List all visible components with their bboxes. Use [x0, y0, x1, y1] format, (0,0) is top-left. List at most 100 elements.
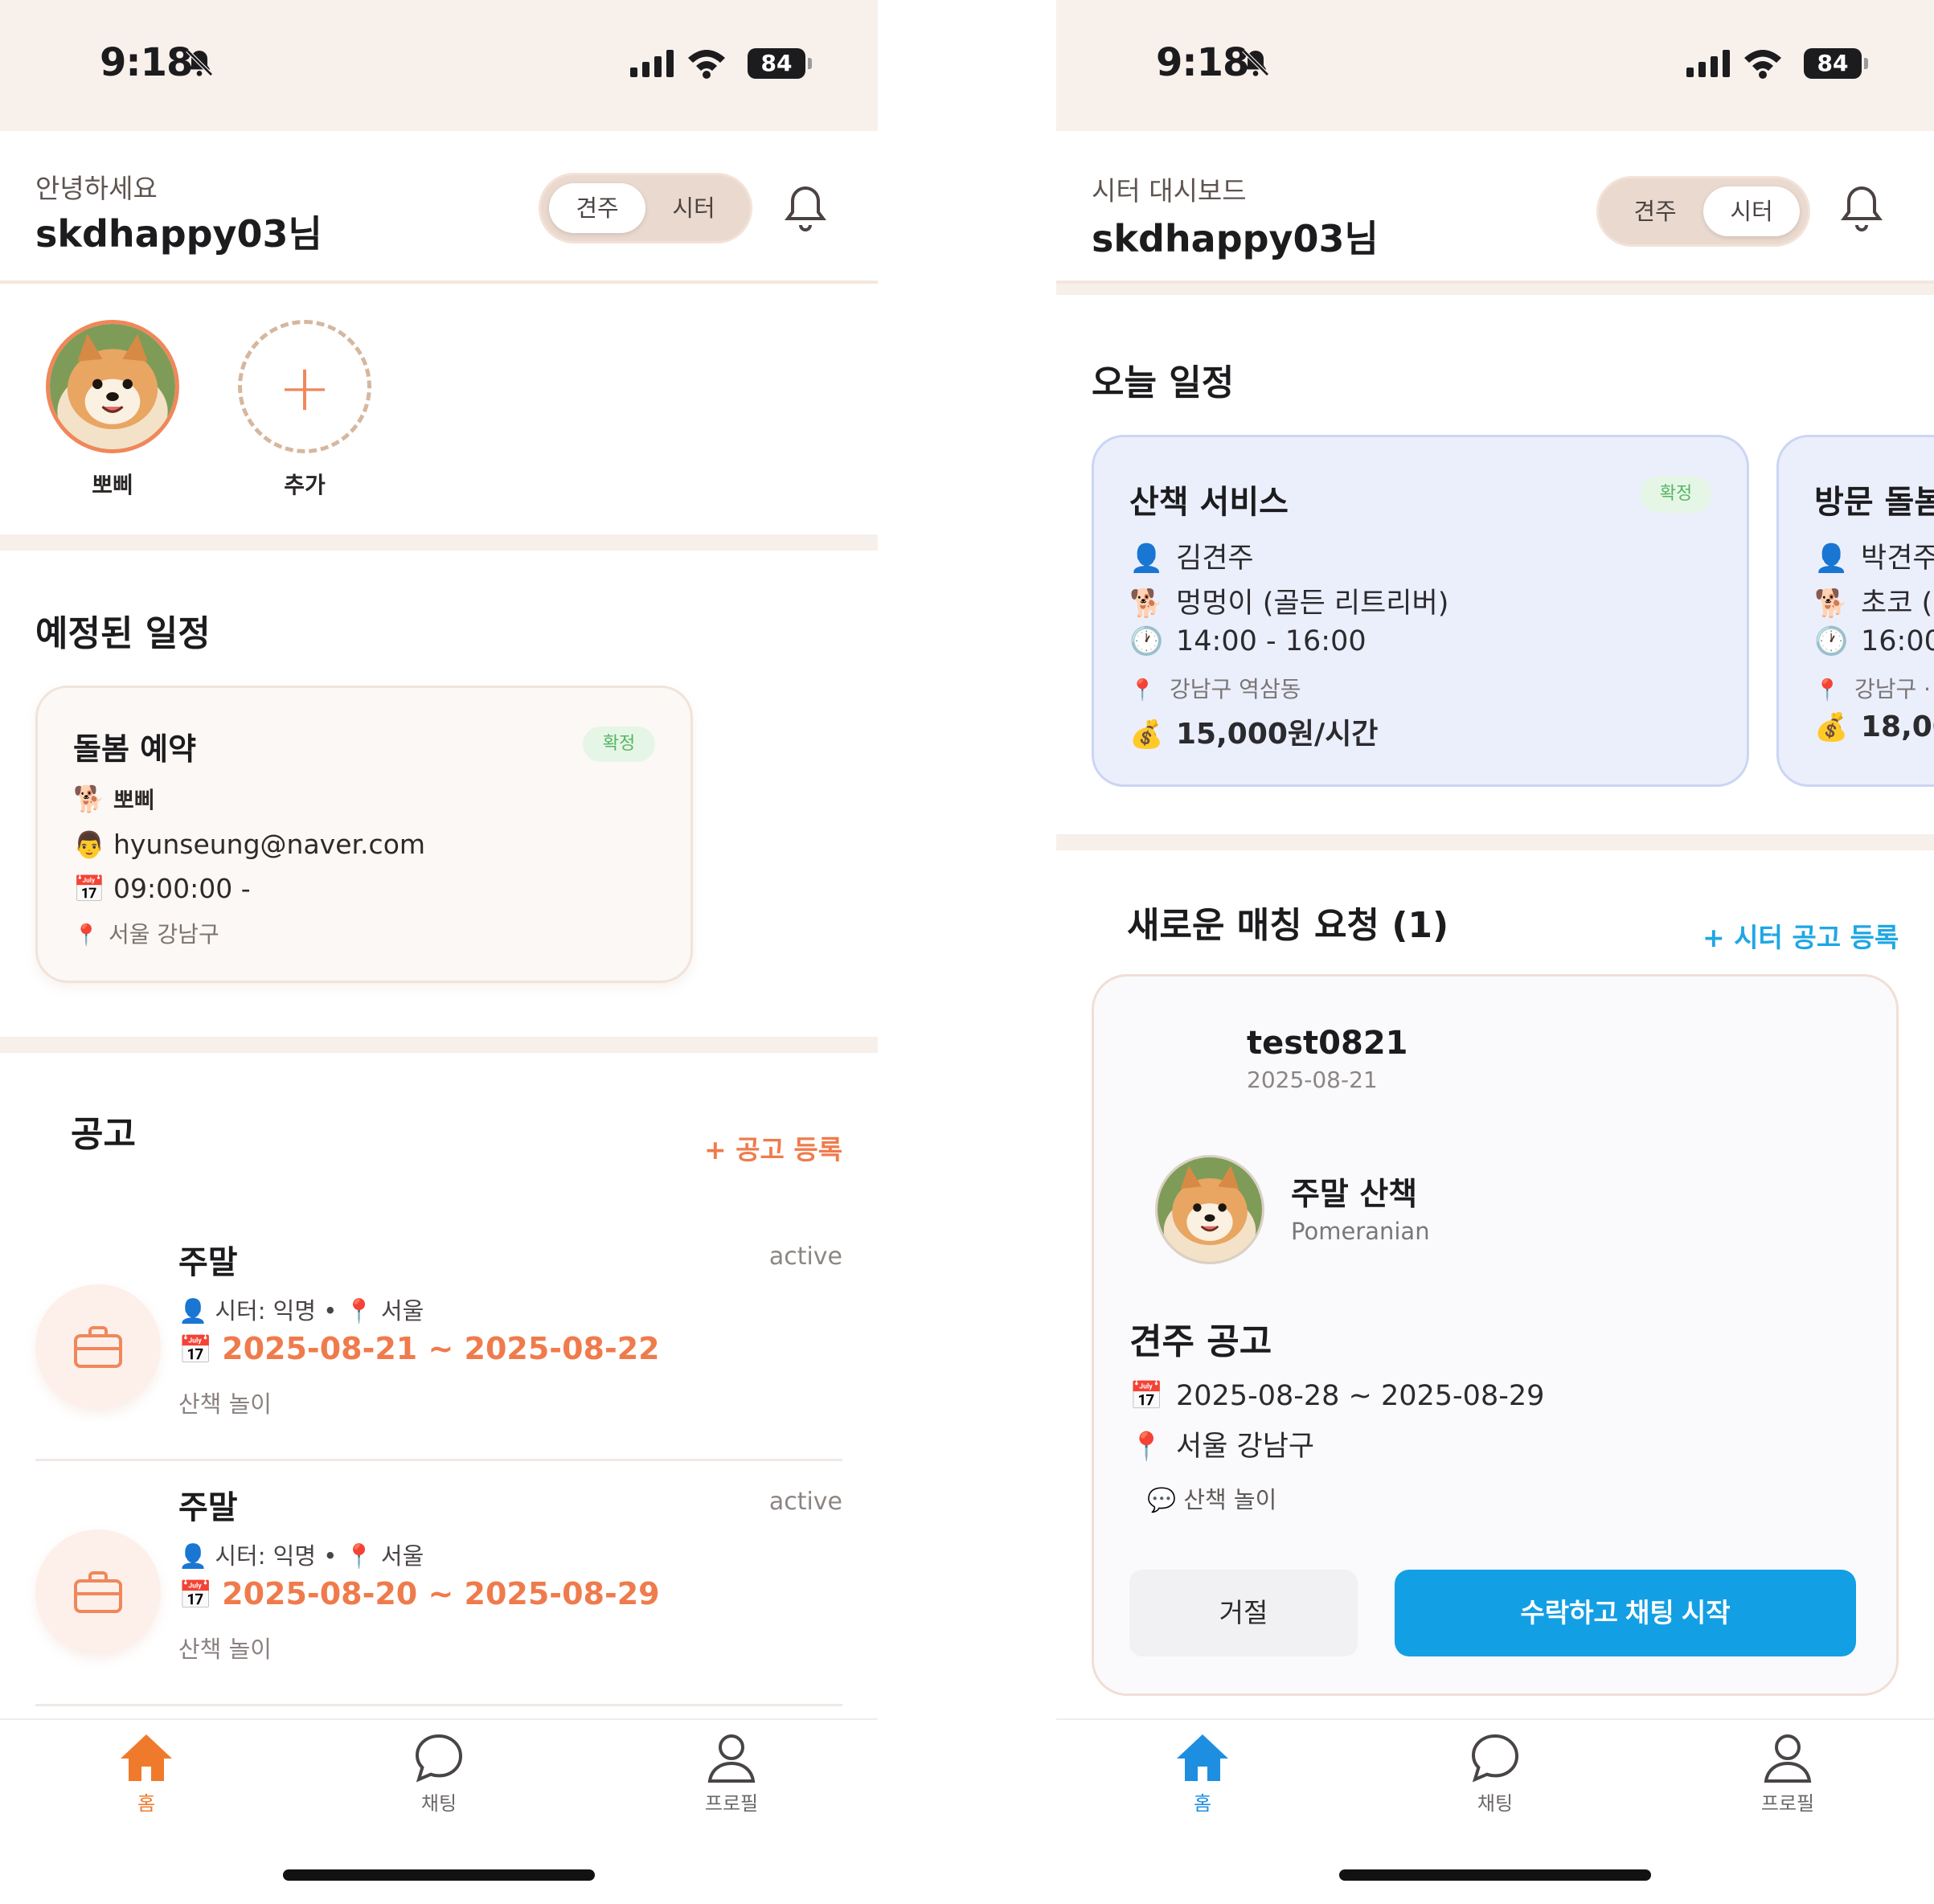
post-icon: [35, 1529, 161, 1655]
request-pet-name: 주말 산책: [1291, 1177, 1418, 1213]
section-divider: [1056, 284, 1934, 295]
post-desc: 산책 놀이: [178, 1636, 272, 1663]
post-status: active: [768, 1243, 842, 1271]
pet-row: 🐕 멍멍이 (골든 리트리버): [1129, 588, 1449, 620]
dog-icon: 🐕: [73, 784, 105, 814]
location-row: 📍 강남구 ·: [1814, 676, 1932, 702]
requester-name: test0821: [1247, 1025, 1408, 1062]
matching-title: 새로운 매칭 요청 (1): [1127, 905, 1449, 946]
section-divider: [1056, 834, 1934, 850]
section-divider: [0, 1037, 878, 1053]
location-pin-icon: 📍: [1129, 1431, 1164, 1463]
posts-title: 공고: [71, 1114, 136, 1155]
service-title: 산책 서비스: [1129, 484, 1289, 521]
post-item[interactable]: 주말 active 👤 시터: 익명 • 📍 서울 📅 2025-08-20 ~…: [35, 1473, 842, 1706]
post-desc: 산책 놀이: [178, 1390, 272, 1418]
price-row: 💰18,00: [1814, 710, 1934, 743]
money-bag-icon: 💰: [1814, 711, 1849, 743]
calendar-icon: 📅: [178, 1334, 223, 1366]
home-icon: [1177, 1734, 1228, 1781]
request-dates-row: 📅 2025-08-28 ~ 2025-08-29: [1129, 1380, 1545, 1412]
tab-profile[interactable]: 프로필: [667, 1731, 796, 1816]
person-icon: 👤: [1814, 543, 1849, 575]
calendar-icon: 📅: [1129, 1380, 1164, 1412]
add-sitter-post-link[interactable]: + 시터 공고 등록: [1702, 916, 1899, 955]
pet-breed: Pomeranian: [1291, 1218, 1430, 1245]
today-schedule-card[interactable]: 산책 서비스 확정 👤 김견주 🐕 멍멍이 (골든 리트리버) 🕐 14:00 - 1…: [1092, 435, 1749, 787]
home-indicator: [1339, 1869, 1651, 1881]
pet-avatar: [1155, 1155, 1264, 1264]
booking-pet-row: 🐕 뽀삐: [73, 784, 155, 814]
request-note: 💬 산책 놀이: [1147, 1486, 1277, 1513]
clock-icon: 🕐: [1814, 625, 1849, 657]
chat-icon: [415, 1734, 463, 1783]
status-badge: 확정: [583, 727, 655, 762]
app-header: 안녕하세요 skdhappy03님 견주 시터: [0, 131, 878, 284]
status-time: 9:18: [1156, 40, 1249, 85]
username: skdhappy03님: [1092, 217, 1379, 260]
status-time: 9:18: [100, 40, 193, 85]
battery-indicator: 84: [748, 48, 812, 79]
sitter-dashboard-screen: 9:18 84 시터 대시보드 skdhappy03님 견주 시터 오늘 일정 …: [1056, 0, 1934, 1904]
username: skdhappy03님: [35, 212, 322, 256]
location-pin-icon: 📍: [337, 1297, 381, 1325]
toggle-owner[interactable]: 견주: [549, 183, 645, 233]
plus-icon[interactable]: +: [238, 320, 371, 453]
pet-item[interactable]: 뽀삐: [46, 320, 179, 500]
signal-icon: [630, 50, 674, 77]
toggle-owner[interactable]: 견주: [1607, 186, 1703, 236]
booking-card[interactable]: 돌봄 예약 확정 🐕 뽀삐 👨 hyunseung@naver.com 📅 09:00…: [35, 686, 693, 983]
post-title: 주말: [178, 1244, 238, 1281]
add-post-link[interactable]: + 공고 등록: [704, 1128, 842, 1167]
time-row: 🕐 16:00: [1814, 625, 1934, 657]
home-indicator: [283, 1869, 595, 1881]
speech-bubble-icon: 💬: [1147, 1486, 1184, 1513]
tab-chat[interactable]: 채팅: [1431, 1731, 1559, 1816]
post-icon: [35, 1284, 161, 1410]
post-item[interactable]: 주말 active 👤 시터: 익명 • 📍 서울 📅 2025-08-21 ~…: [35, 1228, 842, 1461]
request-date: 2025-08-21: [1247, 1067, 1378, 1093]
bell-icon[interactable]: [1838, 183, 1886, 235]
clock-icon: 🕐: [1129, 625, 1164, 657]
booking-time-row: 📅 09:00:00 -: [73, 873, 251, 904]
schedule-title: 예정된 일정: [35, 613, 211, 654]
chat-icon: [1471, 1734, 1519, 1783]
add-pet-button[interactable]: + 추가: [238, 320, 371, 500]
person-icon: 👤: [178, 1297, 215, 1325]
dog-icon: 🐕: [1814, 588, 1849, 620]
tab-chat[interactable]: 채팅: [375, 1731, 503, 1816]
battery-indicator: 84: [1804, 48, 1868, 79]
reject-button[interactable]: 거절: [1129, 1570, 1358, 1656]
dog-icon: 🐕: [1129, 588, 1164, 620]
person-icon: 👨: [73, 829, 105, 860]
owner-home-screen: 9:18 84 안녕하세요 skdhappy03님 견주 시터 뽀삐 + 추가 …: [0, 0, 878, 1904]
toggle-sitter[interactable]: 시터: [645, 183, 742, 233]
post-title: 주말: [178, 1489, 238, 1526]
today-title: 오늘 일정: [1092, 362, 1235, 403]
status-badge: 확정: [1641, 476, 1711, 513]
bell-icon[interactable]: [781, 183, 830, 235]
wifi-icon: [688, 50, 725, 79]
status-bar: 9:18 84: [1056, 0, 1934, 131]
toggle-sitter[interactable]: 시터: [1703, 186, 1800, 236]
post-dates: 📅 2025-08-21 ~ 2025-08-22: [178, 1331, 660, 1366]
role-toggle[interactable]: 견주 시터: [539, 173, 752, 244]
bell-off-icon: [1242, 49, 1269, 76]
location-row: 📍 강남구 역삼동: [1129, 676, 1301, 702]
today-schedule-card[interactable]: 방문 돌봄 👤박견주 🐕초코 ( 🕐16:00 📍강남구 · 💰18,00: [1776, 435, 1934, 787]
tab-home[interactable]: 홈: [82, 1731, 211, 1816]
location-pin-icon: 📍: [1129, 678, 1156, 702]
status-bar: 9:18 84: [0, 0, 878, 131]
briefcase-icon: [74, 1571, 122, 1613]
pet-name: 뽀삐: [92, 472, 133, 498]
profile-icon: [1764, 1734, 1812, 1783]
tab-profile[interactable]: 프로필: [1723, 1731, 1852, 1816]
pet-avatar[interactable]: [46, 320, 179, 453]
accept-chat-button[interactable]: 수락하고 채팅 시작: [1395, 1570, 1856, 1656]
price-row: 💰 15,000원/시간: [1129, 718, 1379, 751]
profile-icon: [707, 1734, 756, 1783]
add-pet-label: 추가: [284, 472, 326, 498]
role-toggle[interactable]: 견주 시터: [1596, 176, 1810, 247]
booking-title: 돌봄 예약: [73, 731, 197, 767]
tab-home[interactable]: 홈: [1138, 1731, 1267, 1816]
